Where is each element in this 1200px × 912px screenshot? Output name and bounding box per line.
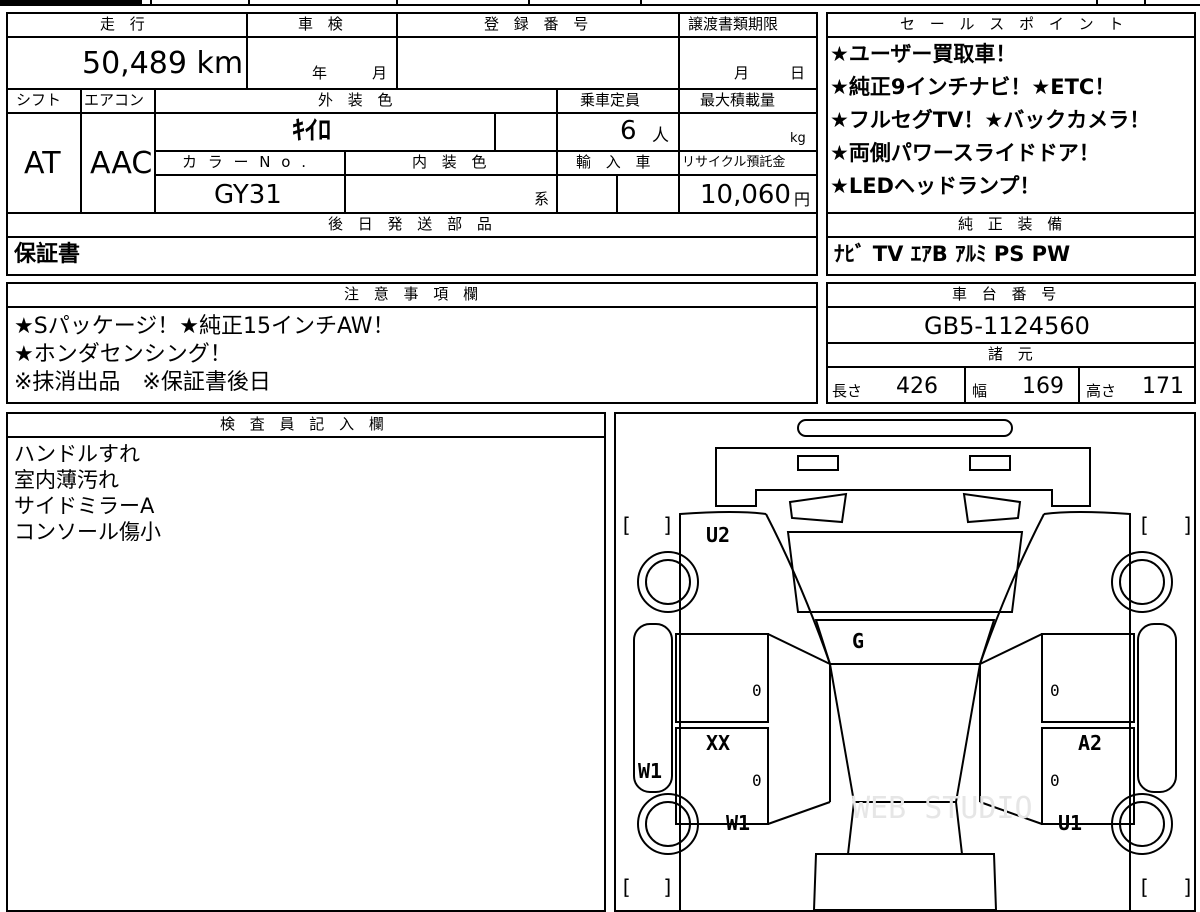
- mark-zero: 0: [752, 681, 762, 700]
- seating-unit: 人: [652, 126, 669, 146]
- svg-text:[: [: [620, 875, 632, 899]
- sales-point-line: ★ユーザー買取車！: [830, 42, 1017, 66]
- notes-label: 注 意 事 項 欄: [344, 285, 484, 303]
- top-strip-fill: [0, 0, 142, 6]
- diagram-watermark: WEB STUDIO: [852, 791, 1033, 826]
- inspector-note-line: 室内薄汚れ: [14, 468, 119, 492]
- mark-u2: U2: [706, 523, 730, 547]
- notes-line: ★ホンダセンシング！: [14, 342, 232, 367]
- width-value: 169: [1022, 374, 1064, 399]
- top-strip: [0, 0, 1200, 6]
- inspector-note-line: ハンドルすれ: [14, 442, 140, 466]
- dimensions-label: 諸 元: [988, 345, 1038, 363]
- mark-xx: XX: [706, 731, 730, 755]
- seating-label: 乗車定員: [580, 91, 641, 109]
- mileage-label: 走 行: [100, 15, 150, 33]
- exterior-color-label: 外 装 色: [318, 91, 398, 109]
- transfer-day: 日: [790, 64, 806, 82]
- car-outline: [] [] [] [] WEB STUDIO U2 G XX A2 W1 W1 …: [620, 419, 1194, 910]
- mark-zero: 0: [1050, 771, 1060, 790]
- svg-text:[: [: [1138, 513, 1150, 537]
- shift-label: シフト: [16, 91, 62, 109]
- svg-text:]: ]: [1182, 875, 1194, 899]
- mark-zero: 0: [1050, 681, 1060, 700]
- interior-color-suffix: 系: [534, 190, 550, 208]
- recycle-fee-value: 10,060: [700, 180, 791, 210]
- inspector-note-line: サイドミラーA: [14, 494, 155, 518]
- equipment-value: ﾅﾋﾞ TV ｴｱB ｱﾙﾐ PS PW: [834, 242, 1071, 266]
- mark-a2: A2: [1078, 731, 1102, 755]
- inspector-notes-label: 検 査 員 記 入 欄: [220, 415, 389, 433]
- inspection-label: 車 検: [298, 15, 348, 33]
- sales-points-label: セ ー ル ス ポ イ ン ト: [900, 15, 1129, 33]
- svg-text:[: [: [620, 513, 632, 537]
- color-number-label: カ ラ ー N o .: [182, 153, 310, 171]
- height-label: 高さ: [1086, 382, 1117, 400]
- mark-w1-rear: W1: [726, 811, 750, 835]
- equipment-label: 純 正 装 備: [958, 215, 1068, 233]
- color-number-value: GY31: [214, 180, 282, 210]
- length-label: 長さ: [832, 382, 863, 400]
- exterior-color-value: ｷｲﾛ: [292, 116, 332, 146]
- sales-point-line: ★フルセグTV！★バックカメラ！: [830, 108, 1151, 132]
- width-label: 幅: [972, 382, 988, 400]
- import-label: 輸 入 車: [576, 153, 656, 171]
- interior-color-label: 内 装 色: [412, 153, 492, 171]
- inspection-year: 年: [312, 64, 328, 82]
- recycle-fee-label: リサイクル預託金: [682, 155, 786, 170]
- svg-text:]: ]: [662, 875, 674, 899]
- shipping-parts-label: 後 日 発 送 部 品: [328, 215, 497, 233]
- max-load-label: 最大積載量: [700, 91, 776, 109]
- shipping-parts-value: 保証書: [14, 242, 81, 267]
- inspection-month: 月: [372, 64, 388, 82]
- shift-value: AT: [24, 146, 61, 181]
- sales-point-line: ★LEDヘッドランプ！: [830, 174, 1041, 198]
- transfer-month: 月: [734, 64, 750, 82]
- svg-text:]: ]: [1182, 513, 1194, 537]
- sales-point-line: ★両側パワースライドドア！: [830, 141, 1100, 165]
- notes-line: ★Sパッケージ！★純正15インチAW！: [14, 314, 395, 339]
- mark-u1: U1: [1058, 811, 1082, 835]
- chassis-number-value: GB5-1124560: [924, 312, 1090, 340]
- mark-zero: 0: [752, 771, 762, 790]
- mileage-value: 50,489 km: [82, 46, 244, 81]
- length-value: 426: [896, 374, 938, 399]
- sales-point-line: ★純正9インチナビ！★ETC！: [830, 75, 1116, 99]
- inspector-note-line: コンソール傷小: [14, 520, 161, 544]
- notes-line: ※抹消出品 ※保証書後日: [14, 370, 271, 395]
- transfer-deadline-label: 譲渡書類期限: [688, 15, 779, 33]
- aircon-value: AAC: [90, 146, 153, 181]
- height-value: 171: [1142, 374, 1184, 399]
- car-condition-diagram: [] [] [] [] WEB STUDIO U2 G XX A2 W1 W1 …: [614, 412, 1196, 912]
- seating-value: 6: [620, 116, 637, 146]
- mark-g: G: [852, 629, 864, 653]
- aircon-label: エアコン: [84, 91, 145, 109]
- svg-text:]: ]: [662, 513, 674, 537]
- svg-text:[: [: [1138, 875, 1150, 899]
- sales-points-list: ★ユーザー買取車！ ★純正9インチナビ！★ETC！ ★フルセグTV！★バックカメ…: [830, 44, 1192, 209]
- registration-label: 登 録 番 号: [484, 15, 594, 33]
- mark-w1-side: W1: [638, 759, 662, 783]
- max-load-unit: kg: [790, 131, 806, 146]
- recycle-fee-unit: 円: [794, 190, 811, 209]
- chassis-number-label: 車 台 番 号: [952, 285, 1062, 303]
